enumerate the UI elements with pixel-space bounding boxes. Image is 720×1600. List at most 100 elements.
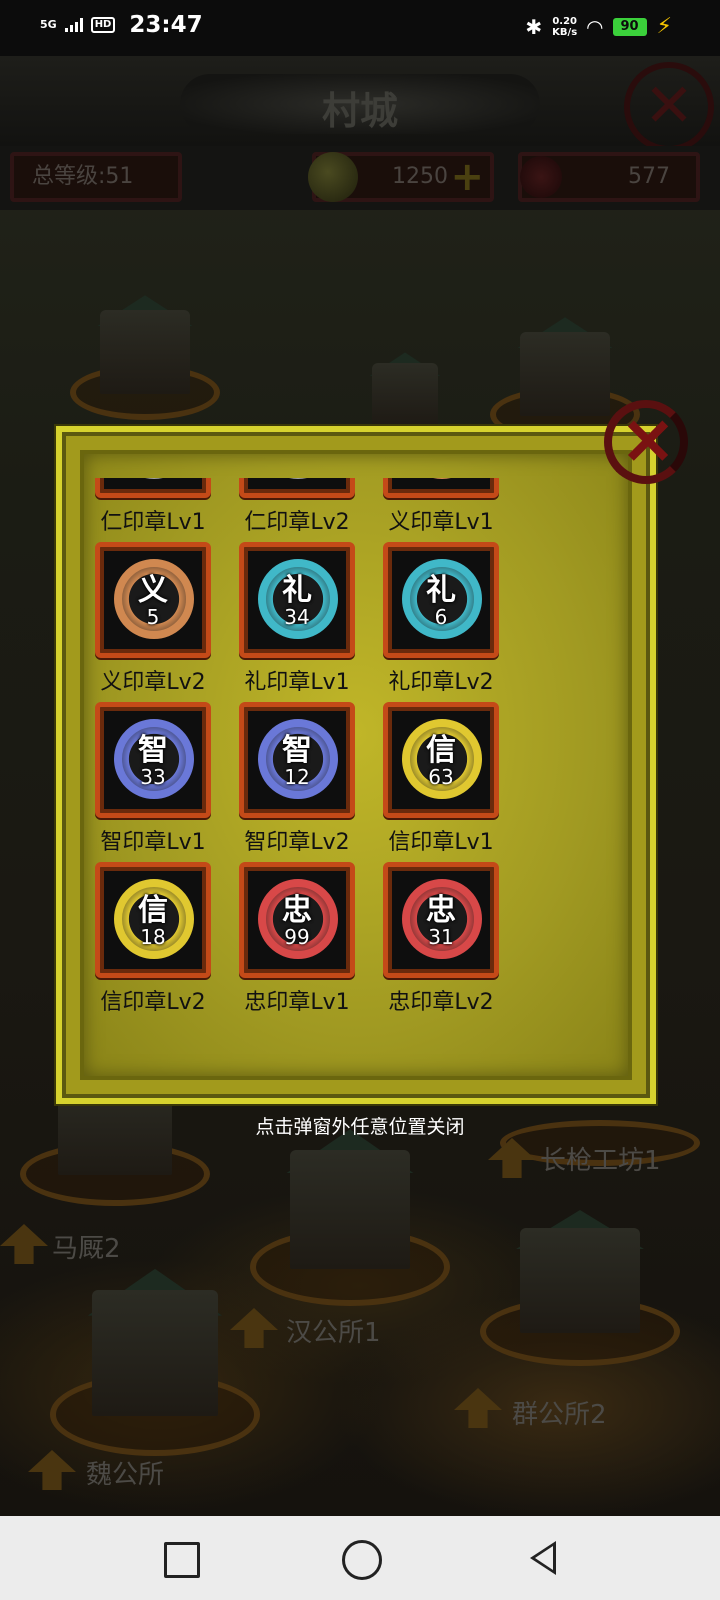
seal-medal-icon: [114, 478, 194, 479]
seal-name: 义印章Lv1: [388, 510, 494, 535]
signal-icon: [64, 18, 83, 32]
building-label: 马厩2: [52, 1234, 121, 1264]
seal-name: 智印章Lv2: [244, 830, 350, 855]
seal-item[interactable]: 礼 34 礼印章Lv1: [228, 542, 376, 702]
seal-grid-scroll[interactable]: 仁57仁印章Lv1仁14仁印章Lv2义61义印章Lv1义5义印章Lv2礼34礼印…: [84, 478, 628, 1050]
seal-item[interactable]: 忠 99 忠印章Lv1: [228, 862, 376, 1022]
add-gold-button[interactable]: +: [450, 154, 484, 200]
seal-name: 信印章Lv1: [388, 830, 494, 855]
seal-slot: 忠 99: [239, 862, 355, 978]
clock: 23:47: [129, 12, 203, 38]
upgrade-arrow-icon: [454, 1388, 502, 1428]
page-title: 村城: [321, 88, 398, 133]
seal-count: 6: [434, 605, 448, 629]
seal-name: 忠印章Lv1: [244, 990, 350, 1015]
seal-item[interactable]: 信 18 信印章Lv2: [84, 862, 232, 1022]
seal-count: 34: [284, 605, 310, 629]
seal-slot: 忠 31: [383, 862, 499, 978]
bluetooth-icon: ✱: [525, 14, 543, 39]
seal-slot: 礼 34: [239, 542, 355, 658]
seal-slot: 仁57: [95, 478, 211, 498]
seal-slot: 义61: [383, 478, 499, 498]
seal-slot: 仁14: [239, 478, 355, 498]
circle-icon[interactable]: [336, 1534, 384, 1582]
seal-slot: 信 18: [95, 862, 211, 978]
seal-glyph: 忠: [282, 893, 312, 928]
seal-item[interactable]: 信 63 信印章Lv1: [372, 702, 520, 862]
seal-glyph: 礼: [282, 573, 312, 608]
gem-counter: 577: [518, 152, 700, 202]
seal-item[interactable]: 义 5 义印章Lv2: [84, 542, 232, 702]
title-bar: 村城 ✕: [0, 56, 720, 152]
seal-count: 99: [284, 925, 310, 949]
seal-glyph: 忠: [426, 893, 456, 928]
seal-name: 智印章Lv1: [100, 830, 206, 855]
close-x-icon: ✕: [621, 405, 675, 480]
building-label: 长枪工坊1: [540, 1146, 661, 1176]
seal-glyph: 智: [282, 733, 312, 768]
building-qun-office[interactable]: [480, 1210, 680, 1366]
close-hint: 点击弹窗外任意位置关闭: [255, 1116, 465, 1138]
seal-count: 33: [140, 765, 166, 789]
network-type: 5G: [40, 18, 57, 31]
triangle-back-icon[interactable]: [520, 1534, 568, 1582]
seal-glyph: 礼: [426, 573, 456, 608]
seal-name: 信印章Lv2: [100, 990, 206, 1015]
gold-coin-icon: [308, 152, 358, 202]
seal-name: 仁印章Lv1: [100, 510, 206, 535]
seal-item[interactable]: 忠 31 忠印章Lv2: [372, 862, 520, 1022]
seal-item[interactable]: 仁14 仁印章Lv2: [228, 478, 376, 542]
network-speed: 0.20 KB/s: [552, 16, 577, 38]
seal-name: 忠印章Lv2: [388, 990, 494, 1015]
popup-close-button[interactable]: ✕: [600, 398, 696, 488]
building-label: 汉公所1: [286, 1318, 381, 1348]
battery-indicator: 90: [612, 17, 647, 36]
seal-item[interactable]: 仁57 仁印章Lv1: [84, 478, 232, 542]
seal-item[interactable]: 礼 6 礼印章Lv2: [372, 542, 520, 702]
seal-glyph: 信: [426, 733, 456, 768]
seal-item[interactable]: 义61 义印章Lv1: [372, 478, 520, 542]
building-wei-office[interactable]: [50, 1268, 260, 1456]
seal-item[interactable]: 智 33 智印章Lv1: [84, 702, 232, 862]
gold-counter: 1250 +: [308, 152, 494, 202]
building[interactable]: [70, 295, 220, 420]
seal-slot: 信 63: [383, 702, 499, 818]
hd-icon: HD: [90, 17, 116, 33]
speed-unit: KB/s: [552, 26, 578, 38]
lightning-icon: ⚡: [656, 14, 672, 39]
square-icon[interactable]: [156, 1534, 204, 1582]
building-label: 魏公所: [86, 1460, 165, 1490]
seal-name: 礼印章Lv2: [388, 670, 494, 695]
seal-count: 5: [146, 605, 160, 629]
gem-icon: [520, 156, 562, 198]
seal-slot: 义5: [95, 542, 211, 658]
seal-slot: 智 12: [239, 702, 355, 818]
gold-value: 1250: [392, 164, 448, 189]
total-level-badge: 总等级:51: [10, 152, 182, 202]
seal-glyph: 智: [138, 733, 168, 768]
gem-value: 577: [628, 164, 670, 189]
seal-count: 12: [284, 765, 310, 789]
seal-medal-icon: [402, 478, 482, 479]
seal-slot: 礼6: [383, 542, 499, 658]
seal-slot: 智 33: [95, 702, 211, 818]
navigation-bar: [0, 1516, 720, 1600]
seal-count: 31: [428, 925, 454, 949]
seal-glyph: 义: [138, 573, 168, 608]
seal-count: 18: [140, 925, 166, 949]
wifi-icon: ◠: [587, 14, 603, 39]
building-label: 群公所2: [512, 1400, 607, 1430]
speed-value: 0.20: [552, 15, 577, 27]
seal-name: 礼印章Lv1: [244, 670, 350, 695]
building-han-office[interactable]: [250, 1129, 450, 1306]
seal-glyph: 信: [138, 893, 168, 928]
upgrade-arrow-icon: [0, 1224, 48, 1264]
seal-medal-icon: [258, 478, 338, 479]
seal-item[interactable]: 智 12 智印章Lv2: [228, 702, 376, 862]
seal-name: 义印章Lv2: [100, 670, 206, 695]
seal-count: 63: [428, 765, 454, 789]
upgrade-arrow-icon: [28, 1450, 76, 1490]
seal-name: 仁印章Lv2: [244, 510, 350, 535]
status-bar: 5G HD 23:47 ✱ 0.20 KB/s ◠ 90 ⚡: [0, 0, 720, 56]
close-x-icon[interactable]: ✕: [624, 62, 714, 152]
